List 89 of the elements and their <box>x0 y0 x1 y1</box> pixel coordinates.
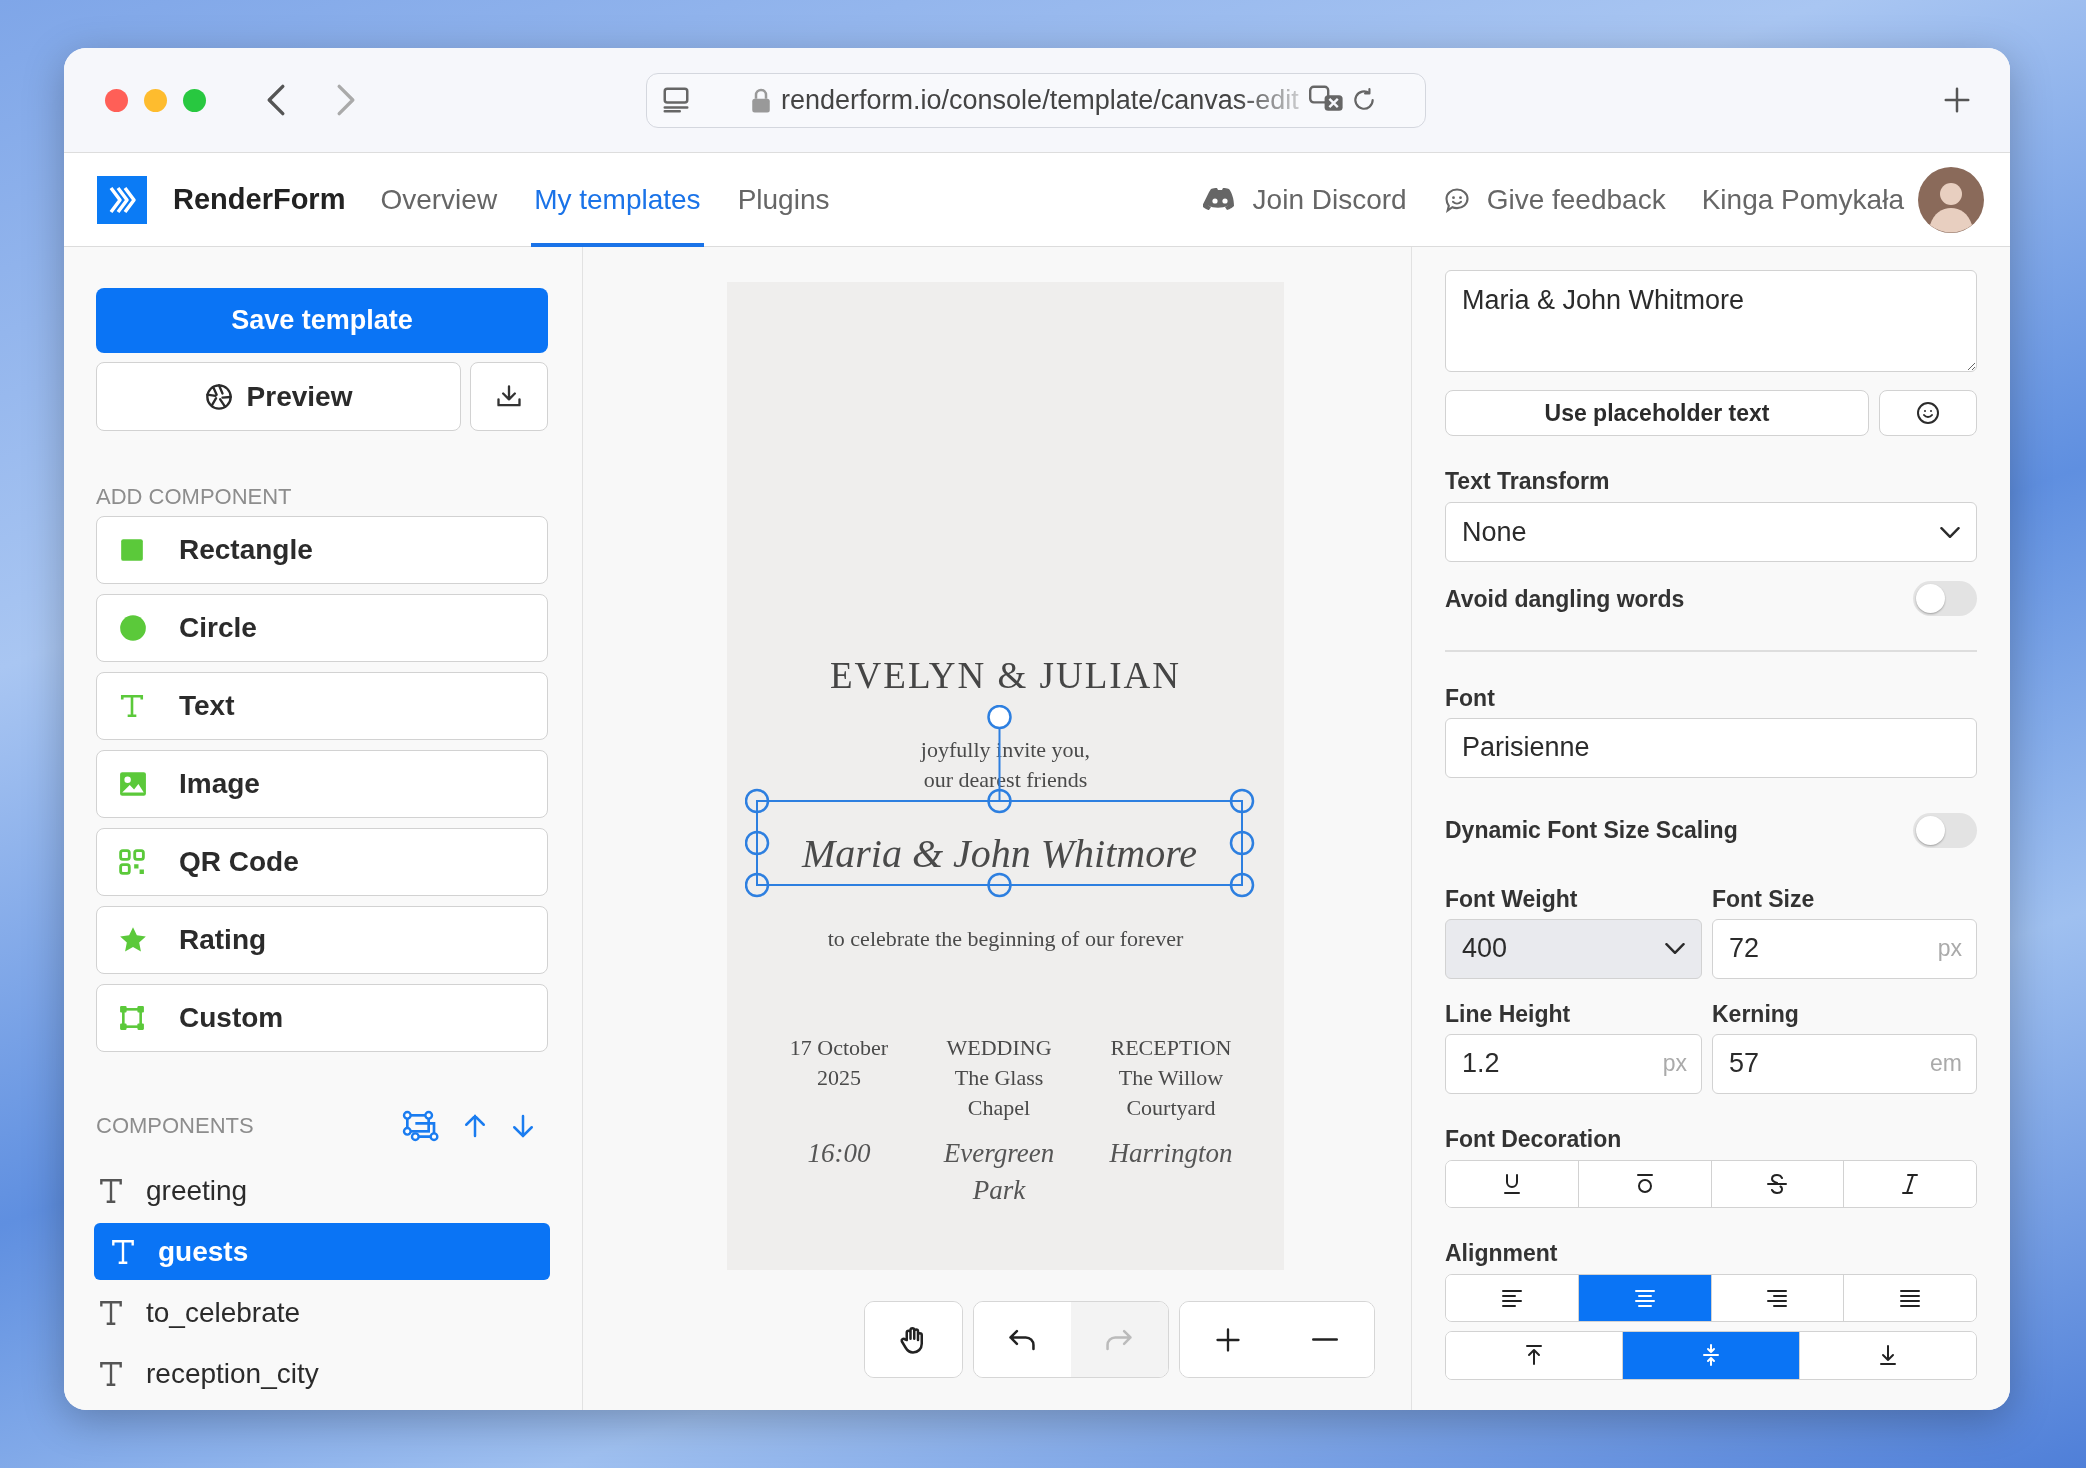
field-label: Text Transform <box>1445 468 1611 494</box>
nav-tab[interactable]: Overview <box>377 152 501 247</box>
add-component-button[interactable]: Rating <box>96 906 548 974</box>
selection-frame[interactable] <box>745 705 1255 898</box>
smiley-icon <box>1916 401 1940 425</box>
invitation-text: to celebrate the beginning of our forever <box>826 925 1185 953</box>
nav-link[interactable]: Give feedback <box>1442 183 1666 216</box>
add-component-button[interactable]: Circle <box>96 594 548 662</box>
brand-name[interactable]: RenderForm <box>173 183 346 216</box>
window-control[interactable] <box>183 88 206 112</box>
nav-tab[interactable]: Plugins <box>734 152 833 247</box>
section-heading: COMPONENTS <box>96 1113 254 1139</box>
minus-icon <box>1312 1338 1338 1341</box>
script-text: 16:00 <box>806 1137 872 1170</box>
download-button[interactable] <box>470 362 548 431</box>
square-icon <box>119 537 145 563</box>
smiley-chat-icon <box>1442 185 1471 214</box>
detail-text: RECEPTION <box>1109 1034 1233 1062</box>
add-component-button[interactable]: Custom <box>96 984 548 1052</box>
controller-icon <box>1202 186 1237 213</box>
image-icon <box>119 771 147 797</box>
plus-icon <box>1214 1325 1242 1354</box>
nav-link[interactable]: Join Discord <box>1202 183 1407 216</box>
qr-icon <box>119 849 145 875</box>
component-item[interactable]: guests <box>94 1223 550 1280</box>
input-field[interactable]: Parisienne <box>1445 717 1977 778</box>
add-component-button[interactable]: Rectangle <box>96 516 548 584</box>
field-label: Font Size <box>1712 885 1816 912</box>
aperture-icon <box>204 382 233 411</box>
url-text[interactable]: renderform.io/console/template/canvas-edit <box>781 84 1299 116</box>
save-button[interactable]: Save template <box>96 288 548 353</box>
component-item[interactable]: to_celebrate <box>96 1284 548 1341</box>
script-text: Park <box>971 1174 1027 1207</box>
text-icon <box>98 1359 124 1388</box>
invitation-title: EVELYN & JULIAN <box>829 654 1182 698</box>
detail-text: 2025 <box>816 1064 862 1092</box>
toggle-switch[interactable] <box>1913 581 1977 616</box>
dropdown[interactable]: None <box>1445 502 1977 562</box>
field-label: Avoid dangling words <box>1445 585 1685 612</box>
emoji-button[interactable] <box>1879 390 1977 436</box>
add-component-button[interactable]: Text <box>96 672 548 740</box>
detail-text: The Willow <box>1117 1064 1225 1092</box>
frame-icon <box>119 1005 145 1031</box>
field-label: Font Decoration <box>1445 1125 1623 1152</box>
detail-text: 17 October <box>788 1034 890 1062</box>
lock-icon <box>751 87 771 113</box>
preview-button[interactable]: Preview <box>96 362 461 431</box>
field-label: Alignment <box>1445 1239 1559 1266</box>
star-icon <box>119 926 147 954</box>
script-text: Harrington <box>1108 1137 1234 1170</box>
tool-button[interactable] <box>864 1302 962 1377</box>
toggle-switch[interactable] <box>1913 812 1977 848</box>
input-field[interactable]: 57 em <box>1712 1033 1977 1094</box>
user-name[interactable]: Kinga Pomykała <box>1701 183 1904 216</box>
add-component-button[interactable]: QR Code <box>96 828 548 896</box>
text-icon <box>98 1176 124 1205</box>
sidebar-icon[interactable] <box>661 85 691 115</box>
input-field[interactable]: 72 px <box>1712 918 1977 979</box>
section-heading: ADD COMPONENT <box>96 484 293 510</box>
component-item[interactable]: reception_city <box>96 1345 548 1402</box>
text-area[interactable]: Maria & John Whitmore <box>1445 270 1977 372</box>
add-component-button[interactable]: Image <box>96 750 548 818</box>
plus-icon[interactable] <box>1942 85 1972 115</box>
detail-text: WEDDING <box>945 1034 1053 1062</box>
chevron-down-icon <box>1940 526 1960 538</box>
address-bar[interactable]: renderform.io/console/template/canvas-edit <box>646 72 1426 128</box>
text-icon <box>119 693 145 719</box>
field-label: Dynamic Font Size Scaling <box>1445 817 1738 843</box>
field-label: Kerning <box>1712 1000 1800 1027</box>
dropdown[interactable]: 400 <box>1445 918 1702 979</box>
script-text: Evergreen <box>942 1137 1056 1170</box>
detail-text: Courtyard <box>1125 1094 1217 1122</box>
field-label: Font <box>1445 684 1496 711</box>
logo-icon[interactable] <box>97 175 147 224</box>
detail-text: The Glass <box>953 1064 1045 1092</box>
chevron-down-icon <box>1665 943 1685 954</box>
text-icon <box>98 1298 124 1327</box>
component-item[interactable]: greeting <box>96 1162 548 1219</box>
window-control[interactable] <box>105 88 128 112</box>
avatar-icon[interactable] <box>1918 166 1984 233</box>
input-field[interactable]: 1.2 px <box>1445 1033 1702 1094</box>
circle-icon <box>119 614 147 642</box>
field-label: Line Height <box>1445 1000 1572 1027</box>
field-label: Font Weight <box>1445 885 1579 912</box>
strikethrough-icon <box>1765 1171 1790 1196</box>
detail-text: Chapel <box>966 1094 1032 1122</box>
text-icon <box>110 1237 136 1266</box>
placeholder-button[interactable]: Use placeholder text <box>1445 390 1869 436</box>
align-button[interactable] <box>1843 1274 1976 1321</box>
